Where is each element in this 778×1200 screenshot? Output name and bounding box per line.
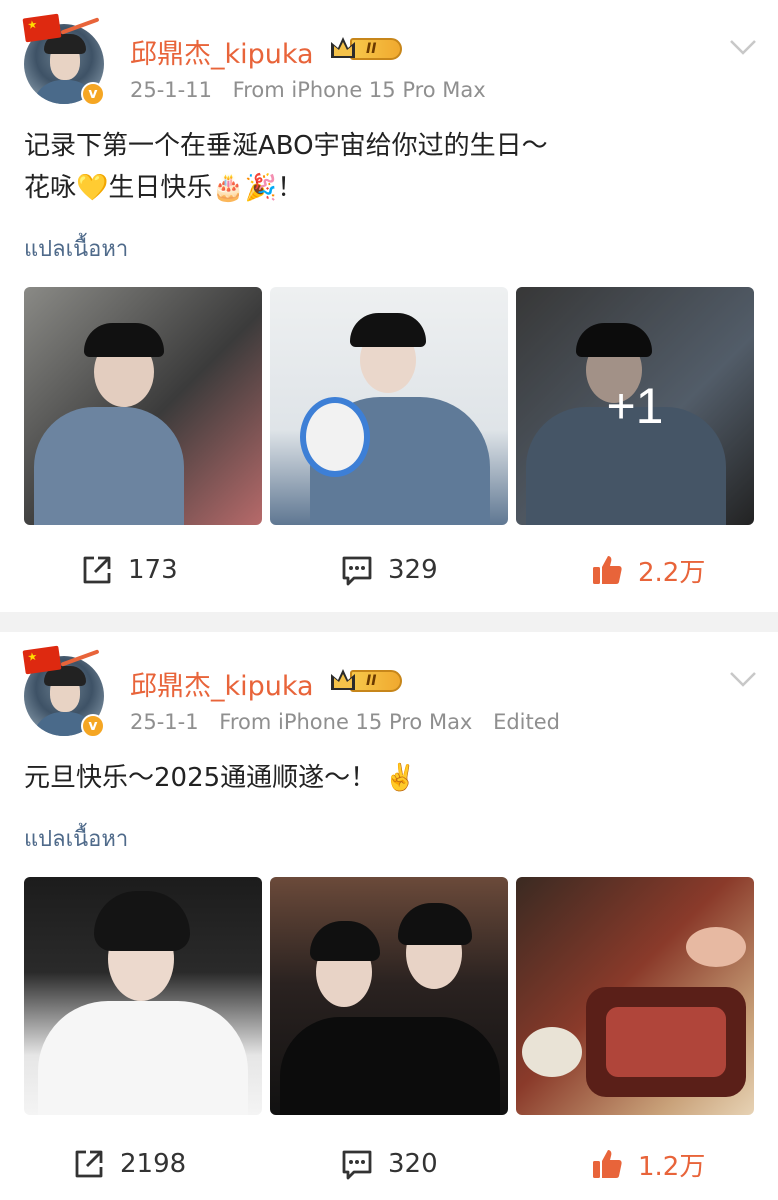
repost-count: 2198 — [120, 1149, 187, 1179]
action-bar: 173 329 2.2万 — [0, 540, 778, 600]
like-count: 1.2万 — [638, 1151, 706, 1182]
weibo-feed: ★ v 邱鼎杰_kipuka II 25-1-11 From iPhone 15… — [0, 0, 778, 1200]
like-icon — [593, 556, 622, 584]
comment-icon — [342, 556, 372, 586]
comment-button[interactable]: 320 — [340, 1134, 438, 1194]
like-icon — [593, 1150, 622, 1178]
rank-badge[interactable]: II — [328, 34, 404, 62]
repost-button[interactable]: 2198 — [72, 1134, 186, 1194]
comment-button[interactable]: 329 — [340, 540, 438, 600]
image-grid — [0, 877, 778, 1115]
crown-icon — [331, 669, 355, 690]
repost-button[interactable]: 173 — [80, 540, 178, 600]
post-date: 25-1-1 — [130, 710, 199, 734]
username[interactable]: 邱鼎杰_kipuka — [130, 32, 314, 71]
avatar[interactable]: ★ v — [22, 13, 108, 106]
translate-link[interactable]: แปลเนื้อหา — [0, 209, 778, 269]
post-image[interactable]: +1 — [516, 287, 754, 525]
verified-icon: v — [81, 714, 105, 738]
more-images-overlay[interactable]: +1 — [516, 287, 754, 525]
post-content: 元旦快乐～2025通通顺遂～！ ✌️ — [0, 737, 778, 799]
post-meta: 25-1-1 From iPhone 15 Pro Max Edited — [130, 710, 574, 734]
chevron-down-icon[interactable] — [728, 668, 758, 690]
like-button[interactable]: 1.2万 — [590, 1134, 705, 1194]
flag-icon: ★ — [22, 13, 62, 43]
post-image[interactable] — [270, 287, 508, 525]
translate-link[interactable]: แปลเนื้อหา — [0, 799, 778, 859]
comment-count: 329 — [388, 555, 438, 585]
avatar[interactable]: ★ v — [22, 645, 108, 738]
content-line: 元旦快乐～2025通通顺遂～！ ✌️ — [24, 763, 417, 793]
post-source: From iPhone 15 Pro Max — [219, 710, 473, 734]
post-meta: 25-1-11 From iPhone 15 Pro Max — [130, 78, 500, 102]
post-date: 25-1-11 — [130, 78, 212, 102]
flag-icon: ★ — [22, 645, 62, 675]
repost-icon — [83, 556, 111, 584]
like-button[interactable]: 2.2万 — [590, 540, 705, 600]
rank-label: II — [366, 673, 377, 689]
post-image[interactable] — [24, 287, 262, 525]
post-image[interactable] — [270, 877, 508, 1115]
post-card: ★ v 邱鼎杰_kipuka II 25-1-11 From iPhone 15… — [0, 0, 778, 612]
post-image[interactable] — [516, 877, 754, 1115]
like-count: 2.2万 — [638, 557, 706, 588]
username[interactable]: 邱鼎杰_kipuka — [130, 664, 314, 703]
content-line: 记录下第一个在垂涎ABO宇宙给你过的生日～ — [24, 131, 548, 161]
action-bar: 2198 320 1.2万 — [0, 1134, 778, 1194]
edited-label: Edited — [493, 710, 560, 734]
post-image[interactable] — [24, 877, 262, 1115]
repost-icon — [75, 1150, 103, 1178]
content-line: 花咏💛生日快乐🎂🎉！ — [24, 173, 304, 203]
post-content: 记录下第一个在垂涎ABO宇宙给你过的生日～ 花咏💛生日快乐🎂🎉！ — [0, 105, 778, 209]
repost-count: 173 — [128, 555, 178, 585]
image-grid: +1 — [0, 287, 778, 525]
chevron-down-icon[interactable] — [728, 36, 758, 58]
post-card: ★ v 邱鼎杰_kipuka II 25-1-1 From iPhone 15 … — [0, 632, 778, 1200]
post-header: ★ v 邱鼎杰_kipuka II 25-1-1 From iPhone 15 … — [0, 632, 778, 738]
rank-label: II — [366, 41, 377, 57]
crown-icon — [331, 37, 355, 58]
rank-badge[interactable]: II — [328, 666, 404, 694]
comment-count: 320 — [388, 1149, 438, 1179]
post-header: ★ v 邱鼎杰_kipuka II 25-1-11 From iPhone 15… — [0, 0, 778, 106]
verified-icon: v — [81, 82, 105, 106]
post-source: From iPhone 15 Pro Max — [232, 78, 486, 102]
comment-icon — [342, 1150, 372, 1180]
